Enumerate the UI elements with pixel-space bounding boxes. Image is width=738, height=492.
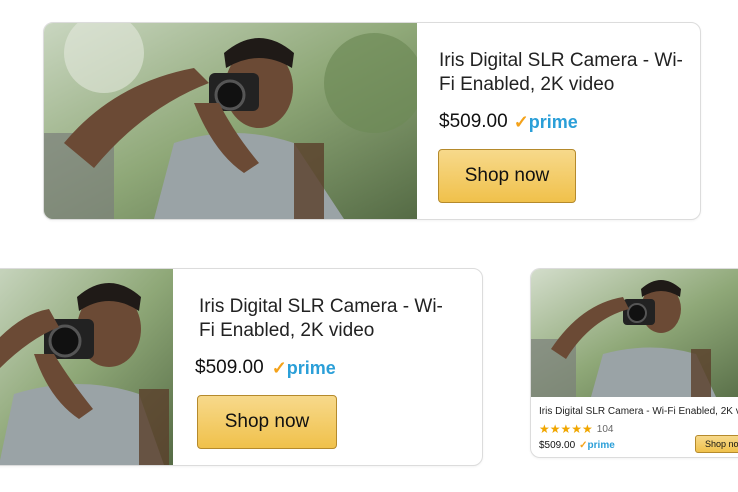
prime-label: prime — [528, 111, 578, 132]
shop-now-button[interactable]: Shop now — [197, 395, 337, 449]
prime-check-icon: ✓ — [271, 357, 287, 378]
product-title[interactable]: Iris Digital SLR Camera - Wi-Fi Enabled,… — [199, 295, 449, 343]
photographer-image — [531, 269, 738, 397]
price-row: $509.00 ✓ prime — [539, 440, 615, 451]
product-price: $509.00 — [439, 111, 508, 132]
prime-badge: ✓ prime — [514, 112, 578, 133]
prime-check-icon: ✓ — [579, 440, 588, 451]
ad-card-small[interactable]: Iris Digital SLR Camera - Wi-Fi Enabled,… — [530, 268, 738, 458]
star-rating-icon: ★★★★★ — [539, 422, 593, 436]
product-price: $509.00 — [539, 440, 576, 451]
rating-count: 104 — [596, 423, 614, 435]
product-title[interactable]: Iris Digital SLR Camera - Wi-Fi Enabled,… — [539, 406, 738, 419]
photographer-image — [0, 269, 173, 465]
ad-card-large[interactable]: Iris Digital SLR Camera - Wi-Fi Enabled,… — [43, 22, 701, 220]
prime-check-icon: ✓ — [513, 111, 529, 132]
prime-badge: ✓ prime — [579, 440, 615, 451]
product-price: $509.00 — [195, 357, 264, 378]
product-photo[interactable] — [44, 23, 417, 219]
shop-now-button[interactable]: Shop now — [695, 435, 738, 453]
prime-badge: ✓ prime — [272, 358, 336, 379]
photographer-image — [44, 23, 417, 219]
prime-label: prime — [587, 440, 615, 451]
product-photo[interactable] — [0, 269, 173, 465]
prime-label: prime — [286, 357, 336, 378]
ad-card-medium[interactable]: Iris Digital SLR Camera - Wi-Fi Enabled,… — [0, 268, 483, 466]
price-row: $509.00 ✓ prime — [195, 357, 336, 379]
shop-now-button[interactable]: Shop now — [438, 149, 576, 203]
product-photo[interactable] — [531, 269, 738, 397]
price-row: $509.00 ✓ prime — [439, 111, 578, 133]
rating-row: ★★★★★ 104 — [539, 422, 613, 436]
product-title[interactable]: Iris Digital SLR Camera - Wi-Fi Enabled,… — [439, 49, 689, 97]
